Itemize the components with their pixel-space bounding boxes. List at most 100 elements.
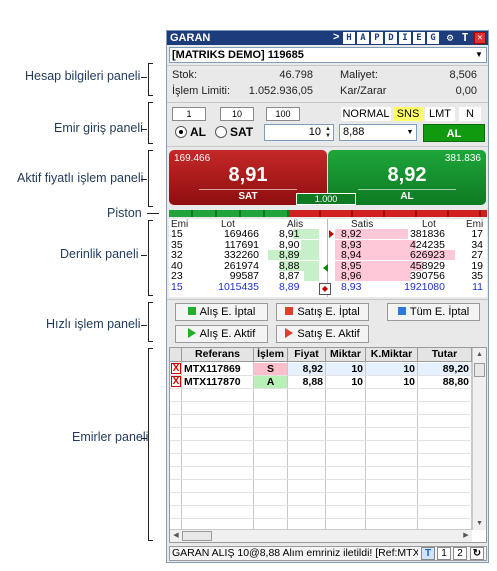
- price-select[interactable]: 8,88 ▼: [339, 124, 417, 141]
- buy-square-icon: [187, 307, 196, 316]
- grid-header-fiyat[interactable]: Fiyat: [288, 348, 326, 362]
- grid-header-miktar[interactable]: Miktar: [326, 348, 366, 362]
- cancel-order-icon[interactable]: X: [171, 363, 181, 374]
- order-ref[interactable]: MTX117869: [182, 363, 254, 375]
- annotation-line-piston: [147, 213, 159, 214]
- sell-volume: 169.466: [174, 153, 211, 164]
- account-select-value: [MATRIKS DEMO] 119685: [172, 49, 304, 61]
- cancel-sell-orders-button[interactable]: Satış E. İptal: [276, 303, 369, 321]
- order-kqty: 10: [366, 376, 418, 388]
- depth-cell-bid: 8,91: [279, 228, 300, 240]
- side-buy-radio[interactable]: [175, 126, 187, 138]
- quantity-stepper[interactable]: 10 ▲ ▼: [264, 124, 334, 141]
- karzarar-value: 0,00: [455, 85, 477, 97]
- order-price: 8,88: [288, 376, 326, 388]
- scroll-left-icon[interactable]: ◀: [170, 530, 182, 542]
- quantity-value: 10: [308, 126, 321, 138]
- cancel-buy-orders-button[interactable]: Alış E. İptal: [175, 303, 268, 321]
- scroll-thumb[interactable]: [182, 531, 212, 541]
- cancel-order-icon[interactable]: X: [171, 376, 181, 387]
- annotation-line-active: [141, 179, 147, 180]
- horizontal-scrollbar[interactable]: ◀ ▶: [170, 529, 472, 542]
- mode-sns-button[interactable]: SNS: [393, 107, 423, 121]
- title-button-e[interactable]: E: [413, 32, 425, 44]
- account-select[interactable]: [MATRIKS DEMO] 119685 ▼: [169, 47, 487, 63]
- scroll-up-icon[interactable]: ▲: [473, 348, 486, 361]
- title-button-i[interactable]: I: [399, 32, 411, 44]
- grid-header-referans[interactable]: Referans: [182, 348, 254, 362]
- close-icon[interactable]: ✕: [474, 32, 486, 44]
- scroll-thumb[interactable]: [474, 363, 485, 377]
- lot-size-field[interactable]: 1.000: [296, 193, 356, 205]
- title-button-p[interactable]: P: [371, 32, 383, 44]
- order-ref[interactable]: MTX117870: [182, 376, 254, 388]
- title-button-h[interactable]: H: [343, 32, 355, 44]
- grid-header-islem[interactable]: İşlem: [254, 348, 288, 362]
- qty-preset-10-button[interactable]: 10: [220, 107, 254, 121]
- refresh-icon[interactable]: ↻: [470, 547, 484, 560]
- order-side: A: [254, 376, 288, 388]
- qty-preset-1-button[interactable]: 1: [172, 107, 206, 121]
- annotation-bracket-quick: [148, 302, 153, 342]
- chevron-down-icon[interactable]: ▼: [472, 48, 486, 62]
- side-sell-label[interactable]: SAT: [230, 125, 253, 139]
- status-button-1[interactable]: 1: [437, 547, 451, 560]
- depth-cell-ask-emi: 17: [471, 228, 483, 240]
- depth-cell-bid-lot: 261974: [223, 259, 259, 272]
- depth-cell-bid-emi: 23: [171, 270, 183, 282]
- maliyet-label: Maliyet:: [340, 69, 378, 81]
- mode-normal-button[interactable]: NORMAL: [341, 107, 391, 121]
- depth-cell-ask: 8,96: [341, 270, 362, 282]
- submit-order-button[interactable]: AL: [423, 124, 485, 142]
- status-button-2[interactable]: 2: [453, 547, 467, 560]
- divider: [358, 189, 456, 190]
- activate-sell-orders-button[interactable]: Satış E. Aktif: [276, 325, 369, 343]
- grid-row-line: [170, 466, 472, 467]
- settings-gear-icon[interactable]: ⚙: [444, 32, 456, 44]
- annotation-line-order: [141, 129, 147, 130]
- vertical-scrollbar[interactable]: ▲ ▼: [472, 348, 486, 530]
- qty-preset-100-button[interactable]: 100: [266, 107, 300, 121]
- cancel-all-orders-button[interactable]: Tüm E. İptal: [387, 303, 480, 321]
- scroll-down-icon[interactable]: ▼: [473, 517, 486, 530]
- side-buy-label[interactable]: AL: [190, 125, 206, 139]
- order-qty: 10: [326, 363, 366, 375]
- expand-arrow-button[interactable]: >: [333, 31, 339, 43]
- mode-lmt-button[interactable]: LMT: [425, 107, 455, 121]
- scroll-right-icon[interactable]: ▶: [460, 530, 472, 542]
- title-button-a[interactable]: A: [357, 32, 369, 44]
- divider: [199, 189, 297, 190]
- activate-buy-orders-button[interactable]: Alış E. Aktif: [175, 325, 268, 343]
- depth-cell-bid-emi: 40: [171, 259, 183, 272]
- annotation-bracket-account: [148, 63, 153, 96]
- annotation-line-depth: [141, 255, 147, 256]
- title-button-t[interactable]: T: [459, 32, 471, 44]
- annotation-line-quick: [141, 325, 147, 326]
- depth-cell-ask-emi: 11: [472, 280, 483, 293]
- grid-header-tutar[interactable]: Tutar: [418, 348, 472, 362]
- depth-cell-ask: 8,93: [341, 238, 362, 251]
- chevron-down-icon[interactable]: ▼: [404, 125, 416, 140]
- title-button-g[interactable]: G: [427, 32, 439, 44]
- depth-toggle-icon[interactable]: ◆: [319, 283, 331, 295]
- cancel-all-label: Tüm E. İptal: [409, 306, 470, 318]
- depth-cell-ask-emi: 34: [471, 238, 483, 251]
- depth-cell-ask-emi: 19: [471, 259, 483, 272]
- orders-grid: Referans İşlem Fiyat Miktar K.Miktar Tut…: [169, 347, 487, 543]
- depth-cell-bid-lot: 169466: [223, 228, 259, 240]
- order-amount: 89,20: [418, 363, 472, 375]
- title-button-d[interactable]: D: [385, 32, 397, 44]
- annotation-piston: Piston: [107, 206, 142, 220]
- piston-bar-red: [289, 210, 487, 217]
- depth-cell-bid-lot: 332260: [223, 249, 259, 261]
- grid-header-kmiktar[interactable]: K.Miktar: [366, 348, 418, 362]
- status-button-t[interactable]: T: [421, 547, 435, 560]
- side-sell-radio[interactable]: [215, 126, 227, 138]
- order-price: 8,92: [288, 363, 326, 375]
- annotation-line-orders: [141, 438, 147, 439]
- depth-cell-ask-lot: 458929: [409, 259, 445, 272]
- stepper-down-icon[interactable]: ▼: [324, 133, 332, 139]
- play-green-icon: [187, 328, 196, 339]
- mode-n-button[interactable]: N: [459, 107, 481, 121]
- stepper-up-icon[interactable]: ▲: [324, 126, 332, 132]
